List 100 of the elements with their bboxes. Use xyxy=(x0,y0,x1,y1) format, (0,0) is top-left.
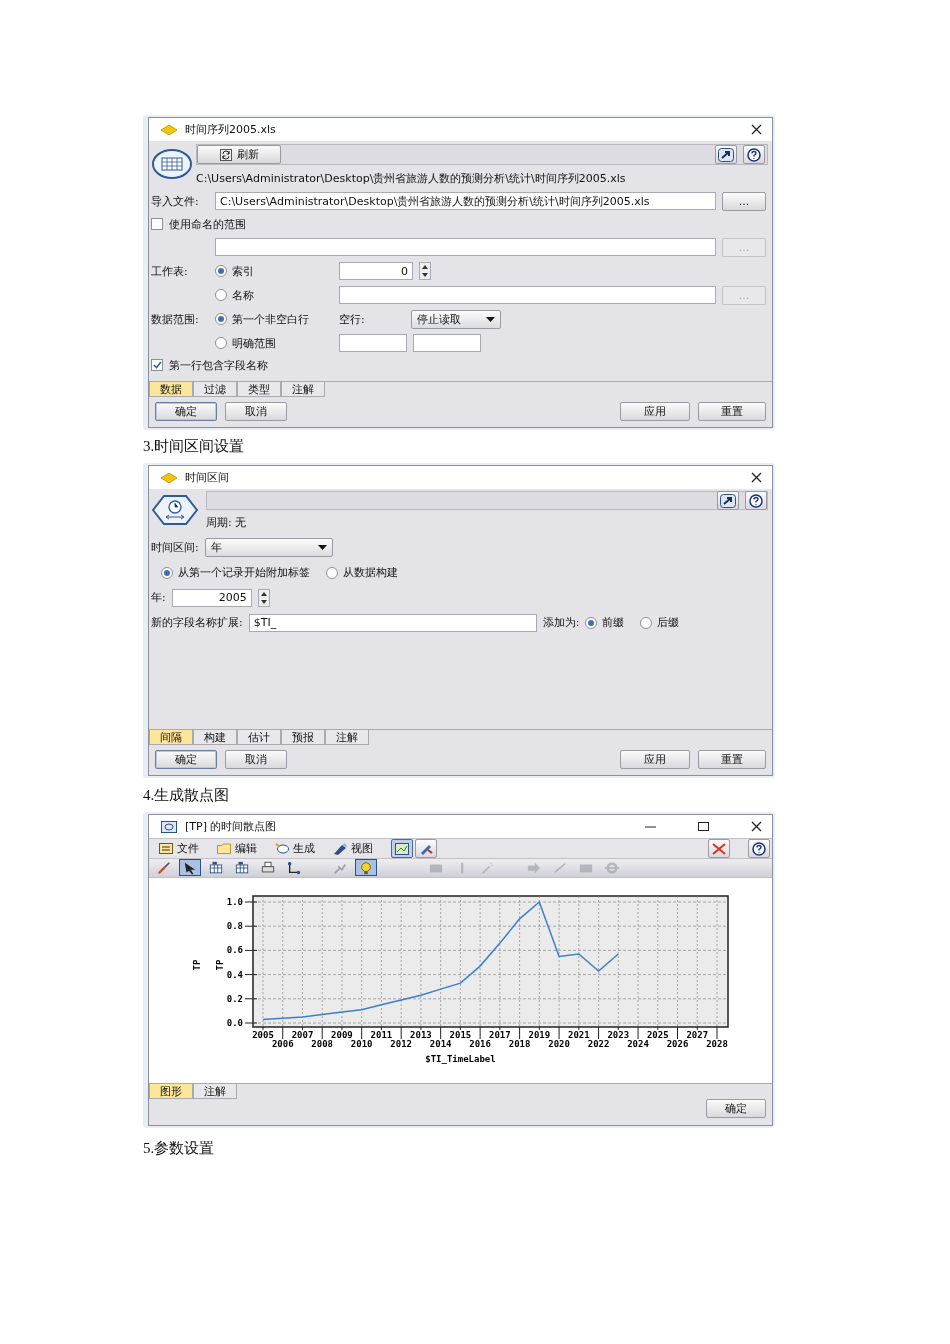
ok-button[interactable]: 确定 xyxy=(706,1099,766,1118)
chart-icon xyxy=(395,842,409,855)
tab[interactable]: 估计 xyxy=(237,730,281,745)
axis-label: 2015 xyxy=(449,1029,472,1040)
radio-button[interactable] xyxy=(215,265,227,277)
checkbox[interactable] xyxy=(151,359,163,371)
gear-icon xyxy=(605,860,619,875)
range-name-field[interactable] xyxy=(215,238,716,256)
browse-button[interactable]: ... xyxy=(722,191,766,211)
option-label: 第一个非空白行 xyxy=(232,311,309,327)
axis-label: 2022 xyxy=(587,1038,610,1049)
help-button[interactable] xyxy=(745,491,767,510)
close-icon xyxy=(751,124,762,135)
axis-label: 2013 xyxy=(410,1029,432,1040)
axis-label: 2024 xyxy=(627,1038,649,1049)
axis-label: 0.6 xyxy=(226,945,243,956)
edit-view-button[interactable] xyxy=(415,839,437,858)
dropdown[interactable]: 停止读取 xyxy=(411,309,501,329)
checkbox-label: 第一行包含字段名称 xyxy=(169,357,268,373)
axis-label: 2012 xyxy=(390,1038,412,1049)
menu-item[interactable]: 编辑 xyxy=(217,841,257,856)
number-field[interactable]: 2005 xyxy=(171,588,252,607)
menu-item[interactable]: 文件 xyxy=(159,841,199,856)
close-icon xyxy=(751,821,762,832)
axis-label: 2011 xyxy=(370,1029,393,1040)
pin-button[interactable] xyxy=(715,145,737,164)
field-label: 数据范围: xyxy=(151,311,200,327)
option-label: 名称 xyxy=(232,287,254,303)
field-label: 年: xyxy=(151,590,166,605)
wand-icon xyxy=(481,860,495,875)
radio-button[interactable] xyxy=(215,313,227,325)
axis-icon xyxy=(287,860,301,875)
tab[interactable]: 预报 xyxy=(281,730,325,745)
axis-label: 2008 xyxy=(311,1038,334,1049)
ok-button[interactable]: 确定 xyxy=(155,402,217,421)
period-text: 周期: 无 xyxy=(206,515,248,530)
section-heading: 5.参数设置 xyxy=(143,1138,216,1158)
diamond-icon xyxy=(161,472,177,483)
checkbox-label: 使用命名的范围 xyxy=(169,216,246,232)
option-label: 从数据构建 xyxy=(343,565,398,580)
option-label: 前缀 xyxy=(602,615,625,630)
tab[interactable]: 注解 xyxy=(325,730,369,745)
tab[interactable]: 过滤 xyxy=(193,382,237,397)
pin-button[interactable] xyxy=(717,491,739,510)
sheet-name-field[interactable] xyxy=(339,286,716,304)
option-label: 后缀 xyxy=(657,615,680,630)
range-end-field[interactable] xyxy=(413,334,481,352)
apply-button[interactable]: 应用 xyxy=(620,750,690,769)
help-button[interactable] xyxy=(743,145,765,164)
section-heading: 4.生成散点图 xyxy=(143,785,231,805)
menu-item[interactable]: 视图 xyxy=(333,841,373,856)
tab[interactable]: 注解 xyxy=(193,1084,237,1099)
cancel-button[interactable]: 取消 xyxy=(225,402,287,421)
axis-label: 2020 xyxy=(548,1038,570,1049)
tab[interactable]: 注解 xyxy=(281,382,325,397)
file-field[interactable]: C:\Users\Administrator\Desktop\贵州省旅游人数的预测分析\统计\时间序列2005.xls xyxy=(215,192,716,210)
spin-arrows-icon xyxy=(419,262,431,280)
tab[interactable]: 数据 xyxy=(149,382,193,397)
field-label: 新的字段名称扩展: xyxy=(151,615,243,630)
line-icon xyxy=(553,860,567,875)
tab[interactable]: 图形 xyxy=(149,1084,193,1099)
tab[interactable]: 构建 xyxy=(193,730,237,745)
radio-button[interactable] xyxy=(585,616,598,629)
axis-label: 2021 xyxy=(568,1029,590,1040)
close-button[interactable] xyxy=(708,839,730,858)
radio-button[interactable] xyxy=(161,566,173,579)
field-label: 工作表: xyxy=(151,263,189,279)
axis-label: 2007 xyxy=(291,1029,314,1040)
cancel-button[interactable]: 取消 xyxy=(225,750,287,769)
close-icon xyxy=(751,472,762,483)
wand-icon xyxy=(275,841,290,856)
tab[interactable]: 类型 xyxy=(237,382,281,397)
radio-button[interactable] xyxy=(215,337,227,349)
number-field[interactable]: 0 xyxy=(339,262,413,280)
refresh-button[interactable]: 刷新 xyxy=(197,145,281,164)
diamond-icon xyxy=(161,124,177,135)
tool-button[interactable] xyxy=(179,859,201,877)
menu-item[interactable]: 生成 xyxy=(275,841,315,856)
axis-label: 2025 xyxy=(646,1029,669,1040)
option-label: 从第一个记录开始附加标签 xyxy=(178,565,310,580)
radio-button[interactable] xyxy=(640,616,653,629)
tab[interactable]: 间隔 xyxy=(149,730,193,745)
printer-icon xyxy=(261,860,275,875)
checkbox[interactable] xyxy=(151,218,163,230)
help-button[interactable] xyxy=(748,839,770,858)
reset-button[interactable]: 重置 xyxy=(698,750,766,769)
field-label: 空行: xyxy=(339,311,366,327)
ok-button[interactable]: 确定 xyxy=(155,750,217,769)
range-start-field[interactable] xyxy=(339,334,407,352)
dropdown[interactable]: 年 xyxy=(204,538,333,557)
radio-button[interactable] xyxy=(215,289,227,301)
help-icon xyxy=(747,147,761,162)
radio-button[interactable] xyxy=(326,566,338,579)
extension-field[interactable]: $TI_ xyxy=(248,613,537,632)
axis-label: 2018 xyxy=(508,1038,531,1049)
apply-button[interactable]: 应用 xyxy=(620,402,690,421)
flashlight-icon xyxy=(333,841,348,856)
pencil-icon xyxy=(419,842,433,855)
chart-view-button[interactable] xyxy=(391,839,413,858)
reset-button[interactable]: 重置 xyxy=(698,402,766,421)
